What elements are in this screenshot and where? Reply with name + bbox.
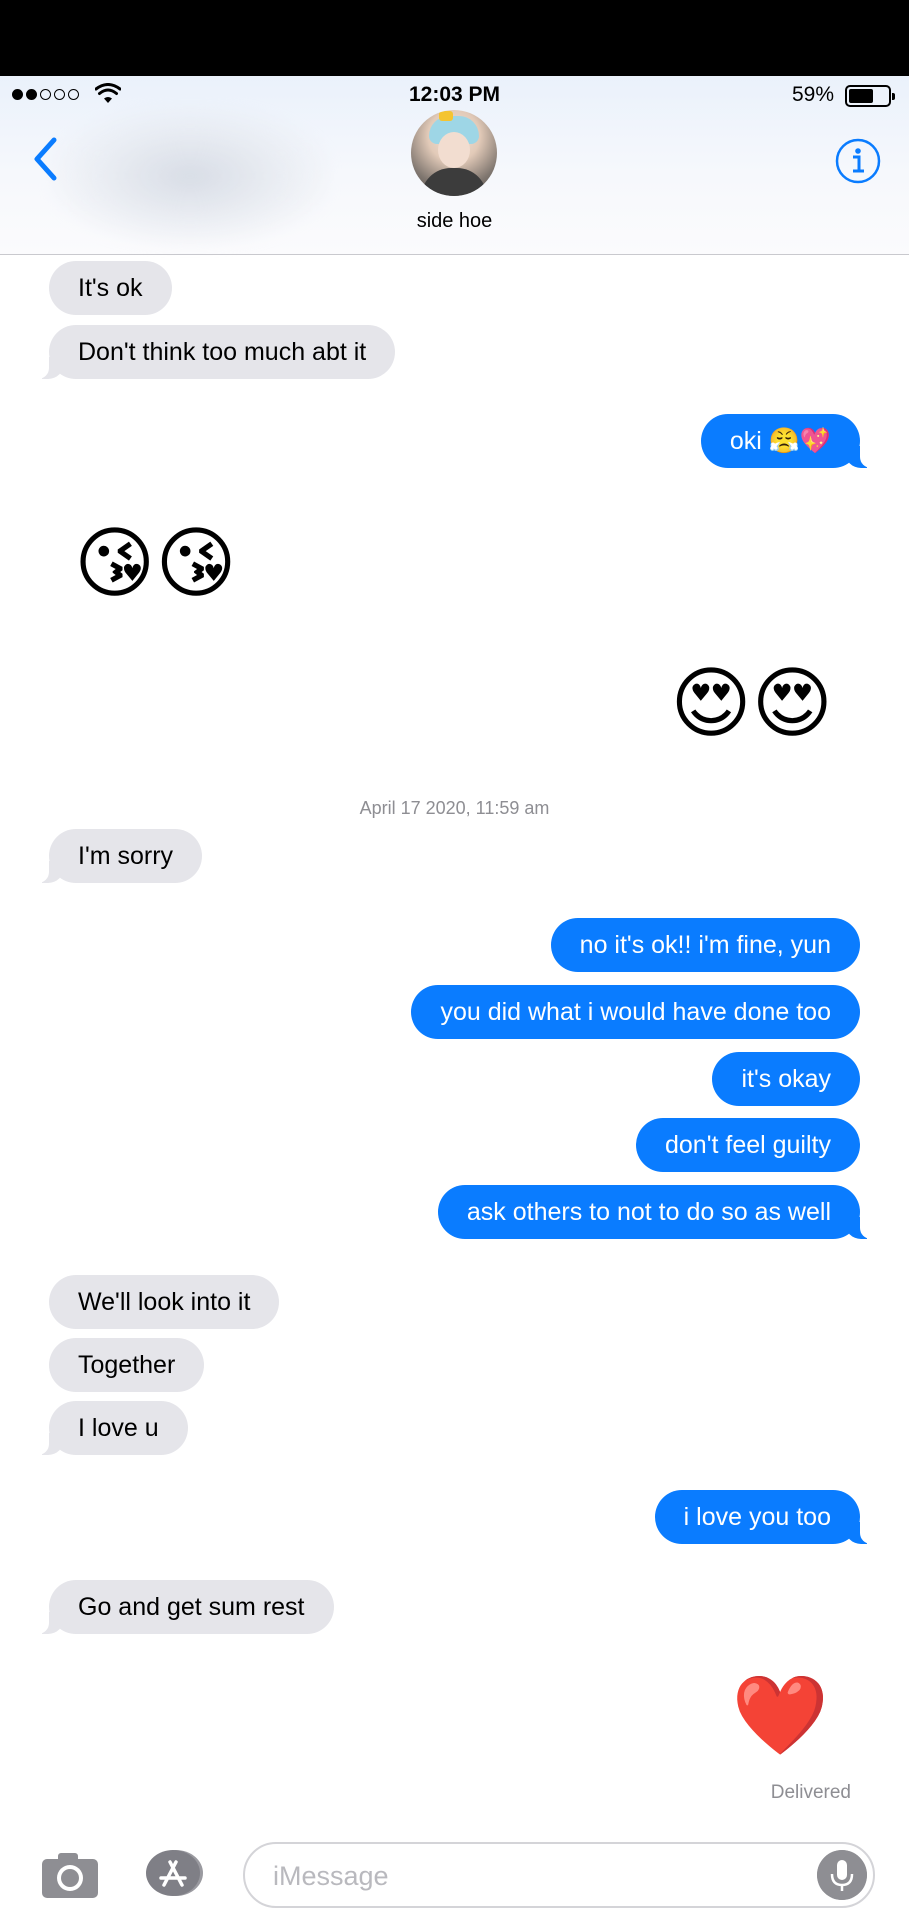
battery-icon [845,85,895,107]
sent-message: you did what i would have done too [411,985,860,1039]
info-icon[interactable] [835,138,881,184]
received-message: Don't think too much abt it [31,325,396,379]
sent-message: ask others to not to do so as well [437,1185,878,1239]
sent-message: don't feel guilty [636,1118,860,1172]
message-input[interactable] [271,1856,775,1896]
received-message: I'm sorry [31,829,203,883]
received-message: It's ok [49,261,172,315]
contact-name[interactable]: side hoe [0,210,909,233]
conversation-header: 12:03 PM 59% side hoe [0,76,909,255]
sent-message: i love you too [654,1490,878,1544]
sent-emoji-message: 😍😍 [670,659,833,747]
app-store-icon[interactable] [140,1848,212,1898]
sent-message: oki 😤💖 [700,414,878,468]
conversation-timestamp: April 17 2020, 11:59 am [359,798,550,818]
sent-heart-message: ❤️ [731,1671,829,1759]
received-message: Together [49,1338,205,1392]
compose-bar [0,1822,909,1920]
back-chevron-icon[interactable] [28,134,68,184]
received-emoji-message: 😘😘 [74,519,237,607]
battery-percentage: 59% [791,83,834,106]
top-black-bar [0,0,909,76]
status-time: 12:03 PM [408,83,501,106]
received-message: I love u [32,1401,188,1455]
received-message: Go and get sum rest [32,1580,334,1634]
contact-avatar[interactable] [411,110,497,196]
message-input-field[interactable] [243,1842,875,1908]
microphone-icon[interactable] [817,1850,867,1900]
sent-message: no it's ok!! i'm fine, yun [550,918,860,972]
received-message: We'll look into it [49,1275,280,1329]
sent-message: it's okay [712,1052,860,1106]
camera-icon[interactable] [40,1850,100,1900]
delivered-status: Delivered [770,1782,851,1803]
